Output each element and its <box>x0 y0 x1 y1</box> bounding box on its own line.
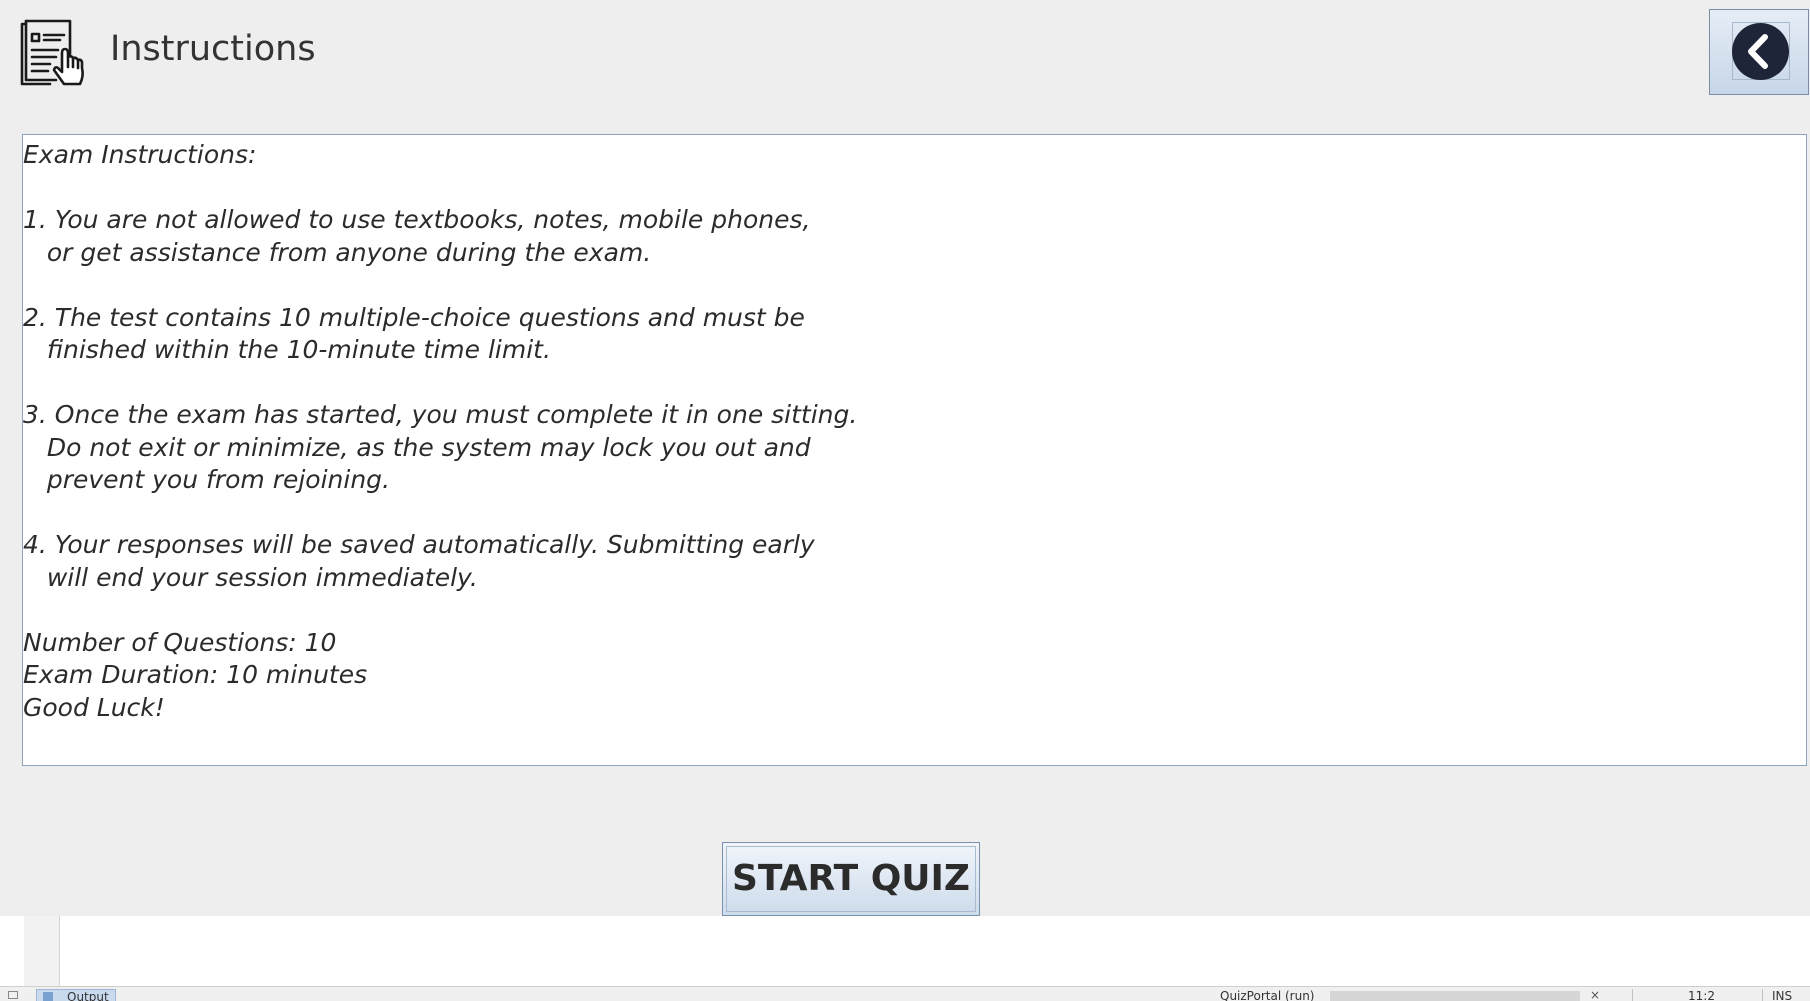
status-separator <box>1632 989 1633 1001</box>
instructions-text-area[interactable]: Exam Instructions: 1. You are not allowe… <box>22 134 1807 766</box>
ide-output-panel <box>0 916 1810 986</box>
instructions-text: Exam Instructions: 1. You are not allowe… <box>23 140 858 722</box>
back-button[interactable] <box>1709 9 1809 95</box>
cancel-run-icon[interactable]: × <box>1590 988 1600 1001</box>
output-tab[interactable]: Output <box>36 989 116 1001</box>
ide-status-bar: Output QuizPortal (run) × 11:2 INS <box>0 986 1810 1001</box>
start-quiz-button-label: START QUIZ <box>731 858 971 899</box>
output-tab-label: Output <box>67 990 109 1001</box>
chevron-left-icon <box>1732 23 1789 80</box>
document-pointer-icon <box>20 18 86 88</box>
insert-mode: INS <box>1772 989 1793 1001</box>
start-quiz-button[interactable]: START QUIZ <box>722 842 980 916</box>
status-separator <box>1762 989 1763 1001</box>
run-status-label: QuizPortal (run) <box>1220 989 1315 1001</box>
instructions-window: Instructions Exam Instructions: 1. You a… <box>0 0 1810 916</box>
output-gutter <box>24 916 60 986</box>
page-title: Instructions <box>110 29 316 69</box>
panel-toggle-icon[interactable] <box>8 991 18 999</box>
caret-position: 11:2 <box>1688 989 1715 1001</box>
